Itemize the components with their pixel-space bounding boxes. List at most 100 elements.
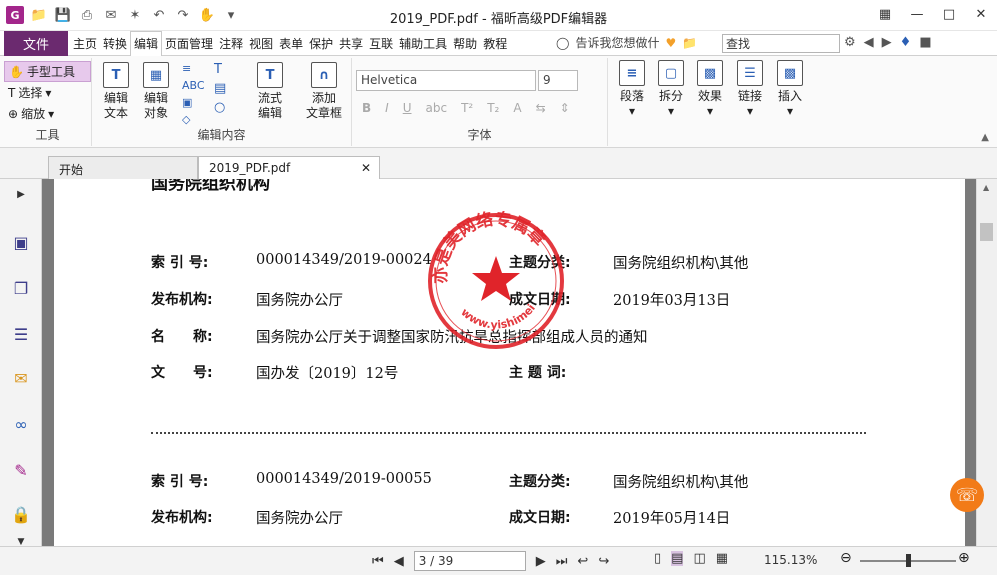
image-icon[interactable]: ▣ bbox=[182, 96, 205, 109]
comments-icon[interactable]: ✉ bbox=[10, 367, 32, 389]
tab-view[interactable]: 视图 bbox=[246, 31, 276, 56]
page-number-input[interactable]: 3 / 39 bbox=[413, 551, 526, 571]
continuous-page-icon[interactable]: ▤ bbox=[671, 551, 684, 566]
zoom-button[interactable]: ⊕ 缩放 ▾ bbox=[4, 103, 91, 124]
subscript-icon[interactable]: T₂ bbox=[487, 101, 499, 115]
bookmark-icon[interactable]: ▣ bbox=[10, 231, 32, 253]
link-label: 链接 bbox=[737, 89, 762, 103]
single-page-icon[interactable]: ▯ bbox=[654, 551, 661, 566]
tab-protect[interactable]: 保护 bbox=[306, 31, 336, 56]
date-value: 2019年03月13日 bbox=[613, 293, 731, 309]
prev-view-icon[interactable]: ↩ bbox=[577, 554, 588, 569]
typewriter-icon[interactable]: T bbox=[214, 62, 226, 77]
first-page-icon[interactable]: ⏮ bbox=[372, 554, 384, 569]
edit-object-button[interactable]: ▦ 编辑 对象 bbox=[136, 62, 176, 121]
flow-text-button[interactable]: T 流式 编辑 bbox=[250, 62, 290, 121]
date-value-2: 2019年05月14日 bbox=[613, 511, 731, 527]
zoom-slider-thumb[interactable] bbox=[906, 554, 911, 567]
spellcheck-icon[interactable]: ABC bbox=[182, 79, 205, 92]
zoom-in-icon[interactable]: ⊕ bbox=[958, 550, 970, 566]
svg-text:亦是美网络专属章: 亦是美网络专属章 bbox=[430, 211, 550, 284]
scroll-up-icon[interactable]: ▲ bbox=[983, 183, 989, 192]
link-button[interactable]: ☰ 链接 ▾ bbox=[730, 60, 770, 119]
find-folder-icon[interactable]: 📁 bbox=[682, 36, 697, 50]
minimize-button[interactable]: — bbox=[901, 0, 933, 28]
layers-icon[interactable]: ☰ bbox=[10, 323, 32, 345]
tab-tutorial[interactable]: 教程 bbox=[480, 31, 510, 56]
font-color-icon[interactable]: A bbox=[513, 101, 521, 115]
tell-me[interactable]: ◯ 告诉我您想做什 ♥ 📁 bbox=[556, 34, 697, 51]
tab-share[interactable]: 共享 bbox=[336, 31, 366, 56]
font-size-select[interactable]: 9 bbox=[538, 70, 578, 91]
tools-group: ✋ 手型工具 T 选择 ▾ ⊕ 缩放 ▾ 工具 bbox=[4, 58, 92, 146]
gear-icon[interactable]: ⚙ bbox=[844, 35, 856, 50]
support-chat-icon[interactable]: ☏ bbox=[950, 478, 984, 512]
red-seal-stamp: 亦是美网络专属章 www.yishimei.cn bbox=[426, 211, 564, 349]
expand-pane-icon[interactable]: ▶ bbox=[10, 183, 32, 205]
select-button[interactable]: T 选择 ▾ bbox=[4, 82, 91, 103]
effect-button[interactable]: ▩ 效果 ▾ bbox=[690, 60, 730, 119]
heart-icon[interactable]: ♥ bbox=[665, 36, 676, 50]
char-spacing-icon[interactable]: ⇆ bbox=[536, 101, 546, 115]
search-input[interactable]: 查找 bbox=[722, 34, 840, 53]
prev-page-icon[interactable]: ◀ bbox=[394, 554, 404, 569]
tab-form[interactable]: 表单 bbox=[276, 31, 306, 56]
bell-icon[interactable]: ♦ bbox=[900, 35, 912, 50]
ribbon-options-icon[interactable]: ▦ bbox=[869, 0, 901, 28]
tab-connect[interactable]: 互联 bbox=[366, 31, 396, 56]
strikethrough-icon[interactable]: abc bbox=[426, 101, 448, 115]
collapse-ribbon-icon[interactable]: ▲ bbox=[981, 132, 989, 143]
zoom-out-icon[interactable]: ⊖ bbox=[840, 550, 852, 566]
tab-convert[interactable]: 转换 bbox=[100, 31, 130, 56]
document-area[interactable]: 国务院组织机构 索 引 号: 000014349/2019-00024 主题分类… bbox=[42, 179, 976, 546]
superscript-icon[interactable]: T² bbox=[461, 101, 473, 115]
next-view-icon[interactable]: ↪ bbox=[598, 554, 609, 569]
tab-accessibility[interactable]: 辅助工具 bbox=[396, 31, 450, 56]
shape-icon[interactable]: ◇ bbox=[182, 113, 205, 126]
facing-page-icon[interactable]: ◫ bbox=[693, 551, 705, 566]
pdf-page: 国务院组织机构 索 引 号: 000014349/2019-00024 主题分类… bbox=[54, 179, 965, 546]
insert-button[interactable]: ▩ 插入 ▾ bbox=[770, 60, 810, 119]
tab-help[interactable]: 帮助 bbox=[450, 31, 480, 56]
close-button[interactable]: ✕ bbox=[965, 0, 997, 28]
tab-comment[interactable]: 注释 bbox=[216, 31, 246, 56]
edit-content-group: T 编辑 文本 ▦ 编辑 对象 ≡ ABC ▣ ◇ T ▤ ○ T 流式 编辑 ∩ 添加 文章框 … bbox=[92, 58, 352, 146]
add-textbox-button[interactable]: ∩ 添加 文章框 bbox=[302, 62, 346, 121]
reflow-icon[interactable]: ≡ bbox=[182, 62, 205, 75]
last-page-icon[interactable]: ⏭ bbox=[556, 554, 568, 569]
next-page-icon[interactable]: ▶ bbox=[536, 554, 546, 569]
continuous-facing-icon[interactable]: ▦ bbox=[716, 551, 728, 566]
signatures-icon[interactable]: ✎ bbox=[10, 459, 32, 481]
tab-page-management[interactable]: 页面管理 bbox=[162, 31, 216, 56]
ribbon-tabs: 主页 转换 编辑 页面管理 注释 视图 表单 保护 共享 互联 辅助工具 帮助 … bbox=[70, 30, 510, 57]
font-family-select[interactable]: Helvetica bbox=[356, 70, 536, 91]
edit-text-button[interactable]: T 编辑 文本 bbox=[96, 62, 136, 121]
split-button[interactable]: ▢ 拆分 ▾ bbox=[651, 60, 691, 119]
flow-text-label: 流式 编辑 bbox=[257, 91, 282, 120]
pages-icon[interactable]: ❐ bbox=[10, 277, 32, 299]
user-avatar-icon[interactable]: ■ bbox=[919, 35, 931, 50]
paragraph-button[interactable]: ≡ 段落 ▾ bbox=[612, 60, 652, 119]
forward-icon[interactable]: ▶ bbox=[882, 35, 892, 50]
scroll-thumb[interactable] bbox=[980, 223, 993, 241]
security-lock-icon[interactable]: 🔒 bbox=[10, 503, 32, 525]
font-group-label: 字体 bbox=[467, 128, 492, 142]
zoom-level[interactable]: 115.13% bbox=[764, 553, 817, 567]
hand-tool-button[interactable]: ✋ 手型工具 bbox=[4, 61, 91, 82]
tab-document[interactable]: 2019_PDF.pdf ✕ bbox=[198, 156, 380, 179]
tell-me-label: 告诉我您想做什 bbox=[575, 36, 660, 50]
tab-home[interactable]: 主页 bbox=[70, 31, 100, 56]
line-spacing-icon[interactable]: ⇕ bbox=[560, 101, 570, 115]
back-icon[interactable]: ◀ bbox=[864, 35, 874, 50]
maximize-button[interactable]: □ bbox=[933, 0, 965, 28]
tab-start[interactable]: 开始 bbox=[48, 156, 198, 179]
close-tab-icon[interactable]: ✕ bbox=[361, 161, 371, 175]
tab-edit[interactable]: 编辑 bbox=[130, 30, 163, 57]
underline-icon[interactable]: U bbox=[403, 101, 412, 115]
link-icon[interactable]: ○ bbox=[214, 100, 226, 115]
italic-icon[interactable]: I bbox=[385, 101, 389, 115]
file-menu[interactable]: 文件 bbox=[4, 31, 68, 56]
text-box-icon[interactable]: ▤ bbox=[214, 81, 226, 96]
attachments-icon[interactable]: ∞ bbox=[10, 413, 32, 435]
bold-icon[interactable]: B bbox=[362, 101, 371, 115]
